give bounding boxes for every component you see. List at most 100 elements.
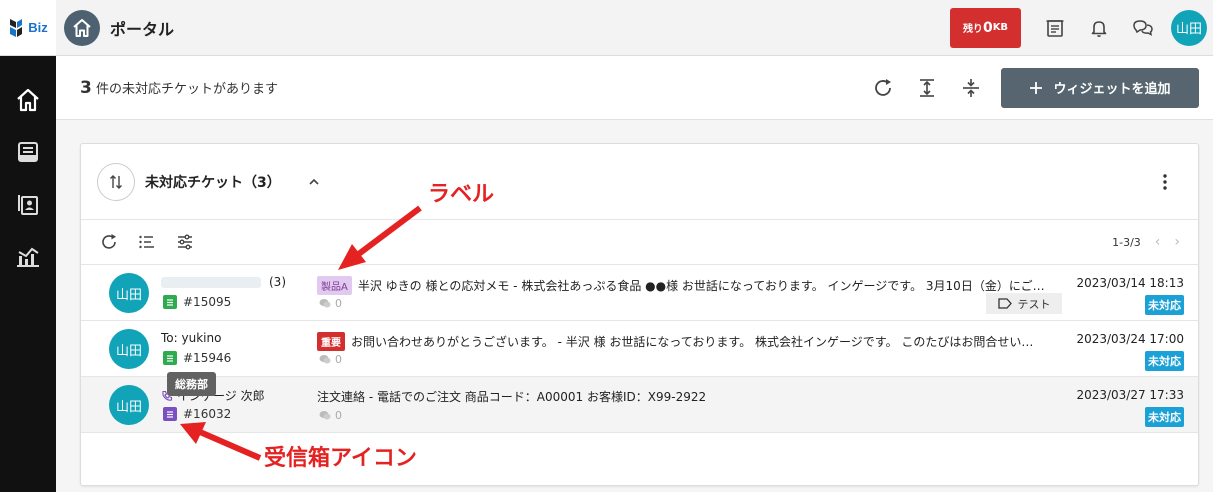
rail-tickets[interactable] xyxy=(0,126,56,178)
ticket-subject[interactable]: 注文連絡 - 電話でのご注文 商品コード：A00001 お客様ID：X99-29… xyxy=(317,388,1062,405)
redacted-sender xyxy=(161,277,261,288)
rail-contacts[interactable] xyxy=(0,178,56,230)
ticket-row[interactable]: 山田 To: yukino #15946 重要 お問い合わせありがとうございます… xyxy=(81,321,1198,377)
sliders-icon xyxy=(178,234,192,250)
app-logo[interactable]: Biz xyxy=(0,0,56,56)
chat-button[interactable] xyxy=(1121,8,1165,48)
rail-home[interactable] xyxy=(0,74,56,126)
ticket-sender: To: yukino xyxy=(161,331,222,345)
remaining-value: 0 xyxy=(982,19,993,36)
label-annotation: ラベル xyxy=(428,182,495,207)
ticket-number: #15095 xyxy=(163,295,231,309)
widget-title: 未対応チケット（3） xyxy=(145,174,281,191)
comment-count-value: 0 xyxy=(335,353,342,366)
ticket-subject[interactable]: 製品A 半沢 ゆきの 様との応対メモ - 株式会社あっぷる食品 ●●様 お世話に… xyxy=(317,276,1062,295)
filter-settings-button[interactable] xyxy=(166,227,204,257)
inbox-icon-annotation: 受信箱アイコン xyxy=(264,446,417,471)
chevron-up-icon[interactable] xyxy=(307,175,321,189)
comment-count-value: 0 xyxy=(335,297,342,310)
add-widget-button[interactable]: ウィジェットを追加 xyxy=(1001,67,1199,108)
ticket-id[interactable]: #15095 xyxy=(183,295,231,309)
refresh-icon xyxy=(875,78,891,96)
portal-subheader: 3 件の未対応チケットがあります ウィジェットを追加 xyxy=(56,56,1213,120)
subject-text: 注文連絡 - 電話でのご注文 商品コード：A00001 お客様ID：X99-29… xyxy=(317,390,707,404)
page-title: ポータル xyxy=(110,19,175,39)
unhandled-text: 件の未対応チケットがあります xyxy=(95,81,278,97)
ticket-id[interactable]: #16032 xyxy=(183,407,231,421)
ticket-row[interactable]: 山田 (3) #15095 製品A 半沢 ゆきの 様との応対メモ - 株式会社あ… xyxy=(81,265,1198,321)
logo-text: Biz xyxy=(28,20,48,35)
assignee-avatar: 山田 xyxy=(109,329,149,369)
plus-icon xyxy=(1030,81,1043,94)
status-badge: 未対応 xyxy=(1145,407,1184,427)
pager-range: 1-3/3 xyxy=(1112,235,1141,249)
list-icon xyxy=(139,235,154,249)
contacts-icon xyxy=(18,195,38,215)
comment-icon xyxy=(319,299,331,308)
inbox-icon xyxy=(18,142,38,162)
ticket-sender: (3) xyxy=(161,275,286,289)
status-badge: 未対応 xyxy=(1145,351,1184,371)
comment-icon xyxy=(319,355,331,364)
user-avatar[interactable]: 山田 xyxy=(1171,9,1207,46)
ticket-number: #16032 xyxy=(163,407,231,421)
more-vertical-icon[interactable] xyxy=(1162,173,1168,191)
top-bar: ポータル 残り 0 KB 山田 xyxy=(56,0,1213,56)
ticket-number: #15946 xyxy=(163,351,231,365)
refresh-widget-button[interactable] xyxy=(90,227,128,257)
ticket-date: 2023/03/27 17:33 xyxy=(1076,388,1184,402)
tag-icon xyxy=(997,298,1012,309)
inbox-green-icon xyxy=(163,295,177,309)
widget-header: 未対応チケット（3） xyxy=(81,144,1198,220)
add-widget-label: ウィジェットを追加 xyxy=(1053,82,1171,97)
ticket-date: 2023/03/24 17:00 xyxy=(1076,332,1184,346)
inbox-green-icon xyxy=(163,351,177,365)
portal-home-button[interactable] xyxy=(64,9,100,46)
widget-toolbar: 1-3/3 ‹ › xyxy=(81,220,1198,265)
comment-count: 0 xyxy=(319,297,342,310)
refresh-icon xyxy=(102,234,116,249)
message-count: (3) xyxy=(269,275,286,289)
status-badge: 未対応 xyxy=(1145,295,1184,315)
ticket-subject[interactable]: 重要 お問い合わせありがとうございます。 - 半沢 様 お世話になっております。… xyxy=(317,332,1062,351)
label-badge: 製品A xyxy=(317,276,352,295)
comment-count: 0 xyxy=(319,409,342,422)
inbox-purple-icon xyxy=(163,407,177,421)
tag-label: テスト xyxy=(1017,297,1051,311)
next-page-button[interactable]: › xyxy=(1174,234,1180,250)
remaining-prefix: 残り xyxy=(962,24,983,35)
inbox-name-tooltip: 総務部 xyxy=(167,372,216,396)
comment-icon xyxy=(319,411,331,420)
ticket-row[interactable]: 山田 インゲージ 次郎 #16032 注文連絡 - 電話でのご注文 商品コード：… xyxy=(81,377,1198,433)
sort-arrows-icon xyxy=(110,174,122,189)
assignee-avatar: 山田 xyxy=(109,273,149,313)
remaining-unit: KB xyxy=(992,22,1009,33)
unhandled-count: 3 xyxy=(80,77,92,98)
home-icon xyxy=(17,88,39,112)
comment-count: 0 xyxy=(319,353,342,366)
ticket-date: 2023/03/14 18:13 xyxy=(1076,276,1184,290)
label-badge: 重要 xyxy=(317,332,345,351)
analytics-icon xyxy=(17,247,39,267)
storage-remaining-button[interactable]: 残り 0 KB xyxy=(950,7,1021,48)
left-rail: Biz xyxy=(0,0,56,492)
rail-analytics[interactable] xyxy=(0,230,56,282)
subject-text: お問い合わせありがとうございます。 - 半沢 様 お世話になっております。 株式… xyxy=(351,335,1034,349)
prev-page-button[interactable]: ‹ xyxy=(1155,234,1161,250)
inbox-tray-button[interactable] xyxy=(1033,8,1077,48)
sort-button[interactable] xyxy=(97,162,135,201)
bell-icon xyxy=(1091,20,1107,37)
notifications-button[interactable] xyxy=(1077,8,1121,48)
pagination: 1-3/3 ‹ › xyxy=(1112,234,1180,250)
collapse-vertical-icon xyxy=(963,78,979,97)
expand-all-button[interactable] xyxy=(905,68,949,108)
unhandled-summary: 3 件の未対応チケットがあります xyxy=(80,78,278,98)
refresh-all-button[interactable] xyxy=(861,68,905,108)
collapse-all-button[interactable] xyxy=(949,68,993,108)
comment-count-value: 0 xyxy=(335,409,342,422)
subject-text: 半沢 ゆきの 様との応対メモ - 株式会社あっぷる食品 ●●様 お世話になってお… xyxy=(357,279,1045,293)
inbox-tray-icon xyxy=(1046,19,1064,37)
ticket-id[interactable]: #15946 xyxy=(183,351,231,365)
expand-vertical-icon xyxy=(920,78,934,97)
list-view-button[interactable] xyxy=(128,227,166,257)
